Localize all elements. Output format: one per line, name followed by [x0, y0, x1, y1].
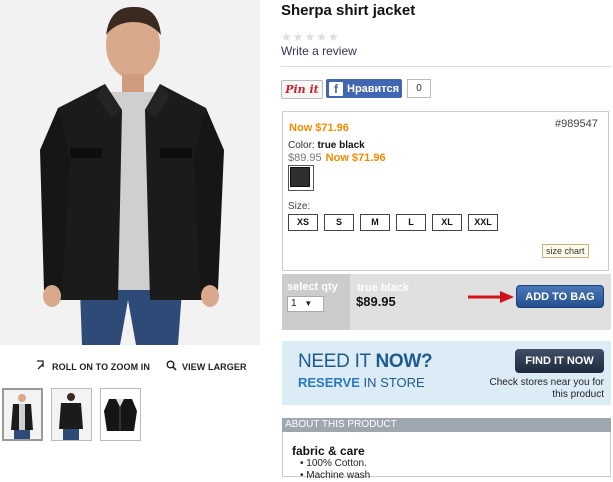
- thumbnail-back[interactable]: [51, 388, 92, 441]
- rating-stars: ★★★★★: [281, 30, 340, 44]
- now-text: NOW?: [375, 351, 433, 372]
- product-photo-figure: [0, 0, 260, 345]
- add-to-bag-button[interactable]: ADD TO BAG: [516, 285, 604, 308]
- roll-zoom-label: ROLL ON TO ZOOM IN: [52, 361, 150, 372]
- red-arrow-icon: [466, 290, 516, 309]
- qty-value: 1: [291, 298, 297, 309]
- in-store-text: IN STORE: [363, 375, 425, 390]
- size-chart-link[interactable]: size chart: [542, 244, 589, 258]
- list-item: 100% Cotton.: [300, 458, 370, 470]
- size-options: XS S M L XL XXL: [288, 214, 498, 231]
- zoom-controls: ROLL ON TO ZOOM IN VIEW LARGER: [36, 360, 247, 373]
- need-it-now-heading: NEED IT NOW?: [298, 351, 433, 373]
- magnifier-icon: [166, 360, 177, 373]
- roll-zoom-control[interactable]: ROLL ON TO ZOOM IN: [36, 360, 150, 373]
- bag-color: true black: [357, 282, 409, 294]
- write-review-link[interactable]: Write a review: [281, 44, 357, 58]
- now-price: Now $71.96: [289, 122, 349, 134]
- size-option-l[interactable]: L: [396, 214, 426, 231]
- view-larger-link[interactable]: VIEW LARGER: [166, 360, 247, 373]
- facebook-icon: f: [329, 81, 343, 96]
- swatch-fill: [290, 167, 310, 187]
- facebook-like-label: Нравится: [347, 82, 400, 95]
- product-image[interactable]: [0, 0, 260, 345]
- check-stores-text: Check stores near you for this product: [489, 377, 605, 400]
- facebook-like-button[interactable]: f Нравится: [326, 79, 402, 98]
- color-value: true black: [317, 140, 365, 151]
- qty-label: select qty: [287, 281, 338, 293]
- thumbnail-strip: [2, 388, 141, 441]
- size-option-m[interactable]: M: [360, 214, 390, 231]
- price-row: $89.95 Now $71.96: [288, 152, 386, 164]
- list-item: Machine wash: [300, 470, 370, 482]
- reserve-in-store-text: RESERVE IN STORE: [298, 375, 425, 390]
- find-it-now-button[interactable]: FIND IT NOW: [515, 349, 604, 373]
- was-price: $89.95: [288, 152, 322, 164]
- size-option-s[interactable]: S: [324, 214, 354, 231]
- size-option-xs[interactable]: XS: [288, 214, 318, 231]
- fabric-care-title: fabric & care: [292, 444, 365, 458]
- color-label-text: Color:: [288, 140, 315, 151]
- size-option-xxl[interactable]: XXL: [468, 214, 498, 231]
- product-sku: #989547: [555, 118, 598, 130]
- size-label: Size:: [288, 201, 311, 212]
- need-it-text: NEED IT: [298, 351, 371, 372]
- qty-select[interactable]: 1 ▼: [287, 296, 324, 312]
- thumbnail-flat[interactable]: [100, 388, 141, 441]
- about-product-header: ABOUT THIS PRODUCT: [282, 418, 611, 432]
- bag-price: $89.95: [356, 294, 396, 309]
- color-swatch-true-black[interactable]: [288, 165, 314, 191]
- zoom-arrow-icon: [36, 360, 47, 373]
- fabric-care-list: 100% Cotton. Machine wash: [300, 458, 370, 482]
- color-label: Color: true black: [288, 140, 365, 151]
- now-price-inline: Now $71.96: [325, 152, 386, 164]
- pinit-button[interactable]: Pin it: [281, 80, 323, 99]
- view-larger-label: VIEW LARGER: [181, 361, 247, 372]
- size-option-xl[interactable]: XL: [432, 214, 462, 231]
- divider: [281, 66, 611, 67]
- facebook-like-count: 0: [407, 79, 431, 98]
- thumbnail-front[interactable]: [2, 388, 43, 441]
- product-title: Sherpa shirt jacket: [281, 2, 416, 19]
- reserve-text: RESERVE: [298, 375, 360, 390]
- dropdown-arrow-icon: ▼: [304, 299, 313, 308]
